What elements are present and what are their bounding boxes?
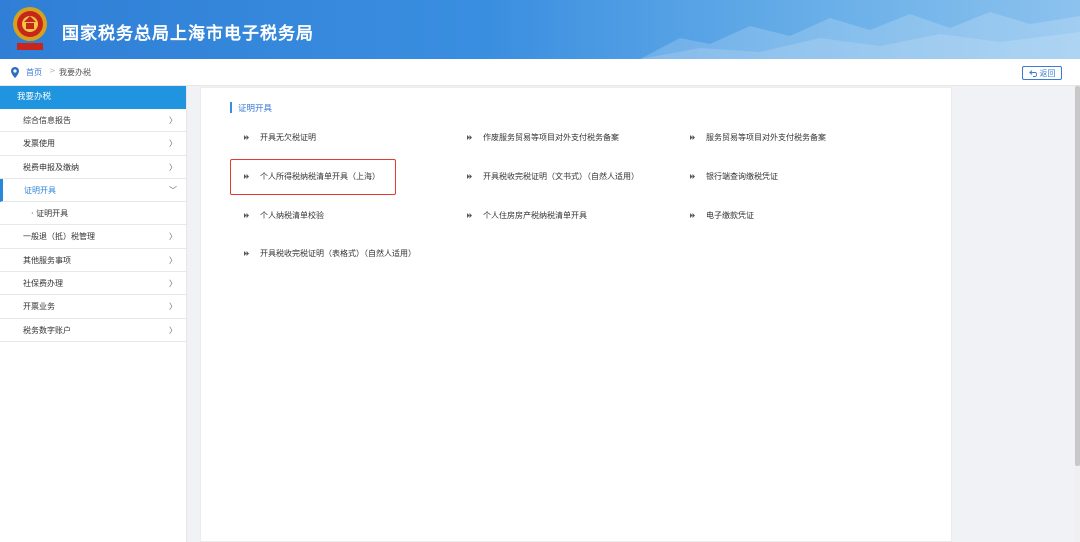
double-arrow-icon [467,174,472,179]
sidebar-item-refund[interactable]: 一般退（抵）税管理 〉 [0,225,186,249]
link-service-trade-filing[interactable]: 服务贸易等项目对外支付税务备案 [690,132,826,143]
link-label: 开具税收完税证明（表格式）（自然人适用） [260,249,416,258]
breadcrumb: 首页 > 我要办税 返回 [0,59,1080,86]
sidebar-subitem-certificate[interactable]: · 证明开具 [0,202,186,226]
sidebar-item-info-report[interactable]: 综合信息报告 〉 [0,109,186,133]
sidebar-item-label: 证明开具 [24,185,56,195]
double-arrow-icon [467,135,472,140]
double-arrow-icon [690,213,695,218]
bullet-icon: · [31,209,34,219]
double-arrow-icon [467,213,472,218]
chevron-right-icon: 〉 [169,302,177,312]
link-electronic-payment-voucher[interactable]: 电子缴款凭证 [690,210,754,221]
sidebar-item-label: 综合信息报告 [23,116,71,125]
sidebar-item-tax-declaration[interactable]: 税费申报及缴纳 〉 [0,156,186,179]
back-button[interactable]: 返回 [1022,66,1062,80]
link-tax-payment-certificate-document[interactable]: 开具税收完税证明（文书式）（自然人适用） [467,171,639,182]
chevron-right-icon: 〉 [169,139,177,149]
scrollbar-thumb[interactable] [1075,86,1080,466]
link-label: 开具无欠税证明 [260,133,316,142]
chevron-right-icon: 〉 [169,255,177,265]
chevron-right-icon: 〉 [169,279,177,289]
sidebar-header: 我要办税 [0,86,186,109]
link-label: 个人纳税清单校验 [260,211,324,220]
link-void-service-trade-filing[interactable]: 作废服务贸易等项目对外支付税务备案 [467,132,619,143]
sidebar-item-social-insurance[interactable]: 社保费办理 〉 [0,272,186,296]
sidebar-item-label: 税费申报及缴纳 [23,162,79,172]
double-arrow-icon [244,251,249,256]
double-arrow-icon [690,174,695,179]
double-arrow-icon [690,135,695,140]
site-header: 国家税务总局上海市电子税务局 [0,0,1080,59]
breadcrumb-separator: > [49,66,56,75]
link-no-tax-owed-certificate[interactable]: 开具无欠税证明 [244,132,316,143]
sidebar: 我要办税 综合信息报告 〉 发票使用 〉 税费申报及缴纳 〉 证明开具 ﹀ · … [0,86,187,542]
sidebar-item-other-services[interactable]: 其他服务事项 〉 [0,249,186,273]
link-bank-payment-voucher[interactable]: 银行端查询缴税凭证 [690,171,778,182]
sidebar-item-label: 社保费办理 [23,279,63,289]
back-arrow-icon [1028,69,1037,77]
sidebar-item-label: 一般退（抵）税管理 [23,232,95,242]
sidebar-item-digital-account[interactable]: 税务数字账户 〉 [0,319,186,342]
breadcrumb-current: 我要办税 [59,68,91,77]
link-label: 服务贸易等项目对外支付税务备案 [706,133,826,142]
section-title: 证明开具 [238,104,273,114]
chevron-right-icon: 〉 [169,325,177,335]
section-title-marker [230,102,232,113]
chevron-right-icon: 〉 [169,162,177,172]
link-iit-tax-list-shanghai[interactable]: 个人所得税纳税清单开具（上海） [244,171,380,182]
double-arrow-icon [244,135,249,140]
double-arrow-icon [244,213,249,218]
link-personal-tax-list-verify[interactable]: 个人纳税清单校验 [244,210,324,221]
back-button-label: 返回 [1039,68,1056,78]
sidebar-item-label: 开票业务 [23,302,55,312]
link-label: 银行端查询缴税凭证 [706,172,778,181]
link-label: 作废服务贸易等项目对外支付税务备案 [483,133,619,142]
great-wall-decoration [640,12,1080,59]
link-tax-payment-certificate-table[interactable]: 开具税收完税证明（表格式）（自然人适用） [244,248,416,259]
sidebar-item-invoice-use[interactable]: 发票使用 〉 [0,132,186,156]
sidebar-subitem-label: 证明开具 [36,209,69,219]
breadcrumb-home-link[interactable]: 首页 [26,67,42,78]
link-label: 个人住房房产税纳税清单开具 [483,211,587,220]
chevron-down-icon: ﹀ [169,185,177,195]
tax-emblem-icon [13,7,47,50]
chevron-right-icon: 〉 [169,232,177,242]
location-pin-icon [11,67,19,78]
sidebar-item-label: 发票使用 [23,139,55,149]
sidebar-item-invoicing[interactable]: 开票业务 〉 [0,295,186,319]
site-title: 国家税务总局上海市电子税务局 [62,24,314,44]
link-label: 个人所得税纳税清单开具（上海） [260,172,380,181]
content-panel: 证明开具 开具无欠税证明 作废服务贸易等项目对外支付税务备案 服务贸易等项目对外… [200,87,952,542]
sidebar-item-label: 其他服务事项 [23,255,71,265]
sidebar-item-label: 税务数字账户 [23,325,71,335]
double-arrow-icon [244,174,249,179]
chevron-right-icon: 〉 [169,116,177,125]
link-label: 电子缴款凭证 [706,211,754,220]
link-housing-property-tax-list[interactable]: 个人住房房产税纳税清单开具 [467,210,587,221]
link-label: 开具税收完税证明（文书式）（自然人适用） [483,172,639,181]
sidebar-item-certificate[interactable]: 证明开具 ﹀ [0,178,186,203]
